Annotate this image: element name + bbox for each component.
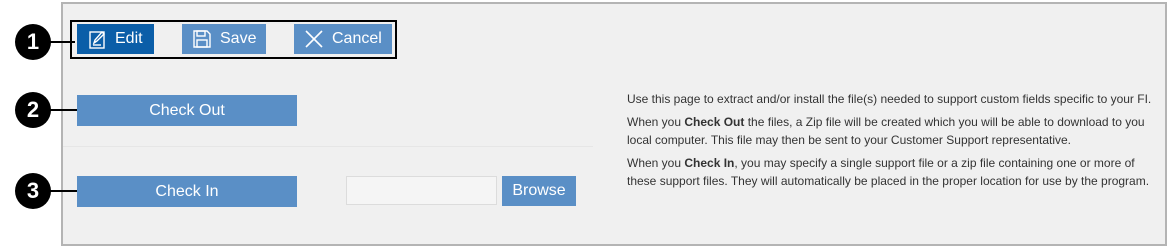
- help-paragraph-intro: Use this page to extract and/or install …: [627, 92, 1152, 106]
- cancel-button[interactable]: Cancel: [294, 24, 392, 54]
- callout-1: 1: [15, 24, 51, 60]
- callout-1-leader: [48, 41, 75, 43]
- callout-2-leader: [48, 109, 77, 111]
- cancel-button-label: Cancel: [332, 30, 382, 47]
- floppy-disk-icon: [192, 29, 212, 49]
- callout-3-leader: [48, 190, 77, 192]
- edit-button-label: Edit: [115, 30, 143, 47]
- section-divider: [63, 146, 593, 147]
- check-in-button[interactable]: Check In: [77, 176, 297, 207]
- callout-2: 2: [15, 92, 51, 128]
- browse-button[interactable]: Browse: [502, 176, 576, 206]
- callout-3: 3: [15, 173, 51, 209]
- help-text: Use this page to extract and/or install …: [627, 90, 1162, 195]
- help-paragraph-check-in: When you Check In, you may specify a sin…: [627, 156, 1150, 188]
- help-paragraph-check-out: When you Check Out the files, a Zip file…: [627, 115, 1145, 147]
- save-button[interactable]: Save: [182, 24, 266, 54]
- edit-button[interactable]: Edit: [77, 24, 154, 54]
- close-icon: [304, 29, 324, 49]
- save-button-label: Save: [220, 30, 257, 47]
- check-out-button[interactable]: Check Out: [77, 95, 297, 126]
- pencil-icon: [89, 29, 107, 49]
- file-path-input[interactable]: [346, 176, 497, 205]
